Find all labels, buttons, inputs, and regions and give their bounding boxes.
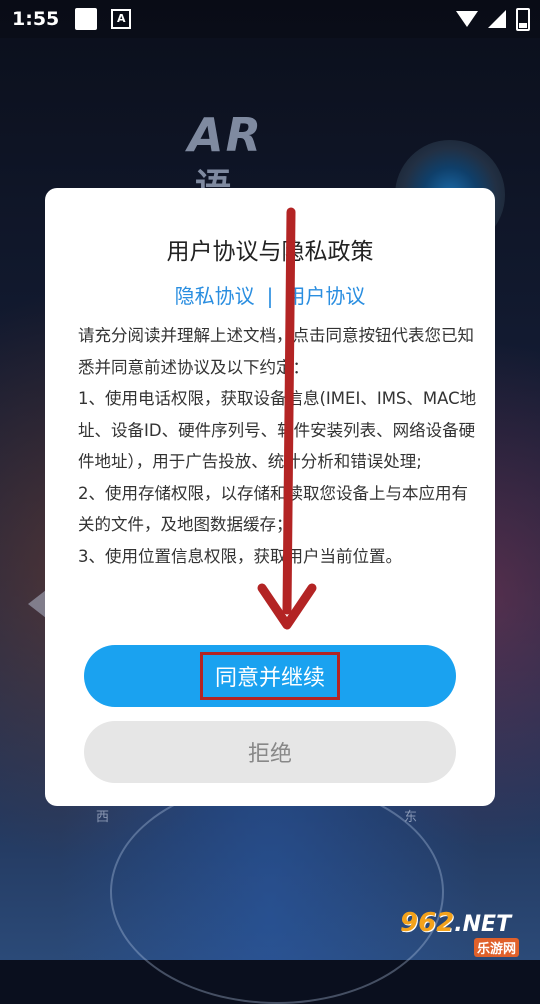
dialog-title: 用户协议与隐私政策: [166, 239, 374, 265]
compass-west-label: 西: [96, 810, 110, 825]
dialog-body: 请充分阅读并理解上述文档，点击同意按钮代表您已知悉并同意前述协议及以下约定： 1…: [78, 320, 478, 572]
watermark-sub: 乐游网: [474, 938, 520, 957]
watermark-number: 962: [400, 908, 455, 938]
compass-graphic: [110, 780, 444, 1004]
privacy-policy-link[interactable]: 隐私协议: [175, 284, 255, 308]
agreement-dialog: 用户协议与隐私政策 隐私协议 | 用户协议 请充分阅读并理解上述文档，点击同意按钮代…: [45, 188, 495, 806]
user-agreement-link[interactable]: 用户协议: [285, 284, 365, 308]
reject-button[interactable]: 拒绝: [84, 721, 456, 783]
body-paragraph: 请充分阅读并理解上述文档，点击同意按钮代表您已知悉并同意前述协议及以下约定：: [78, 326, 474, 377]
wifi-icon: [456, 11, 478, 27]
square-notification-icon: [75, 8, 98, 30]
policy-links: 隐私协议 | 用户协议: [45, 280, 495, 309]
signal-icon: [488, 10, 506, 28]
ar-logo: AR: [188, 108, 264, 162]
body-paragraph: 1、使用电话权限，获取设备信息(IMEI、IMS、MAC地址、设备ID、硬件序列…: [78, 389, 477, 471]
battery-icon: [516, 7, 530, 31]
link-separator: |: [266, 284, 274, 308]
reject-button-label: 拒绝: [247, 742, 292, 767]
status-time: 1:55: [12, 8, 60, 30]
body-paragraph: 3、使用位置信息权限，获取用户当前位置。: [78, 546, 402, 566]
compass-east-label: 东: [404, 810, 418, 825]
back-chevron-icon: [28, 590, 46, 618]
status-bar: 1:55 A: [0, 0, 540, 38]
watermark-domain: .NET: [454, 912, 512, 937]
agree-button-label: 同意并继续: [199, 652, 340, 700]
body-paragraph: 2、使用存储权限，以存储和读取您设备上与本应用有关的文件，及地图数据缓存；: [78, 483, 468, 535]
text-a-icon: A: [111, 9, 132, 29]
watermark: 962.NET 乐游网: [400, 908, 536, 958]
agree-continue-button[interactable]: 同意并继续: [84, 645, 456, 707]
